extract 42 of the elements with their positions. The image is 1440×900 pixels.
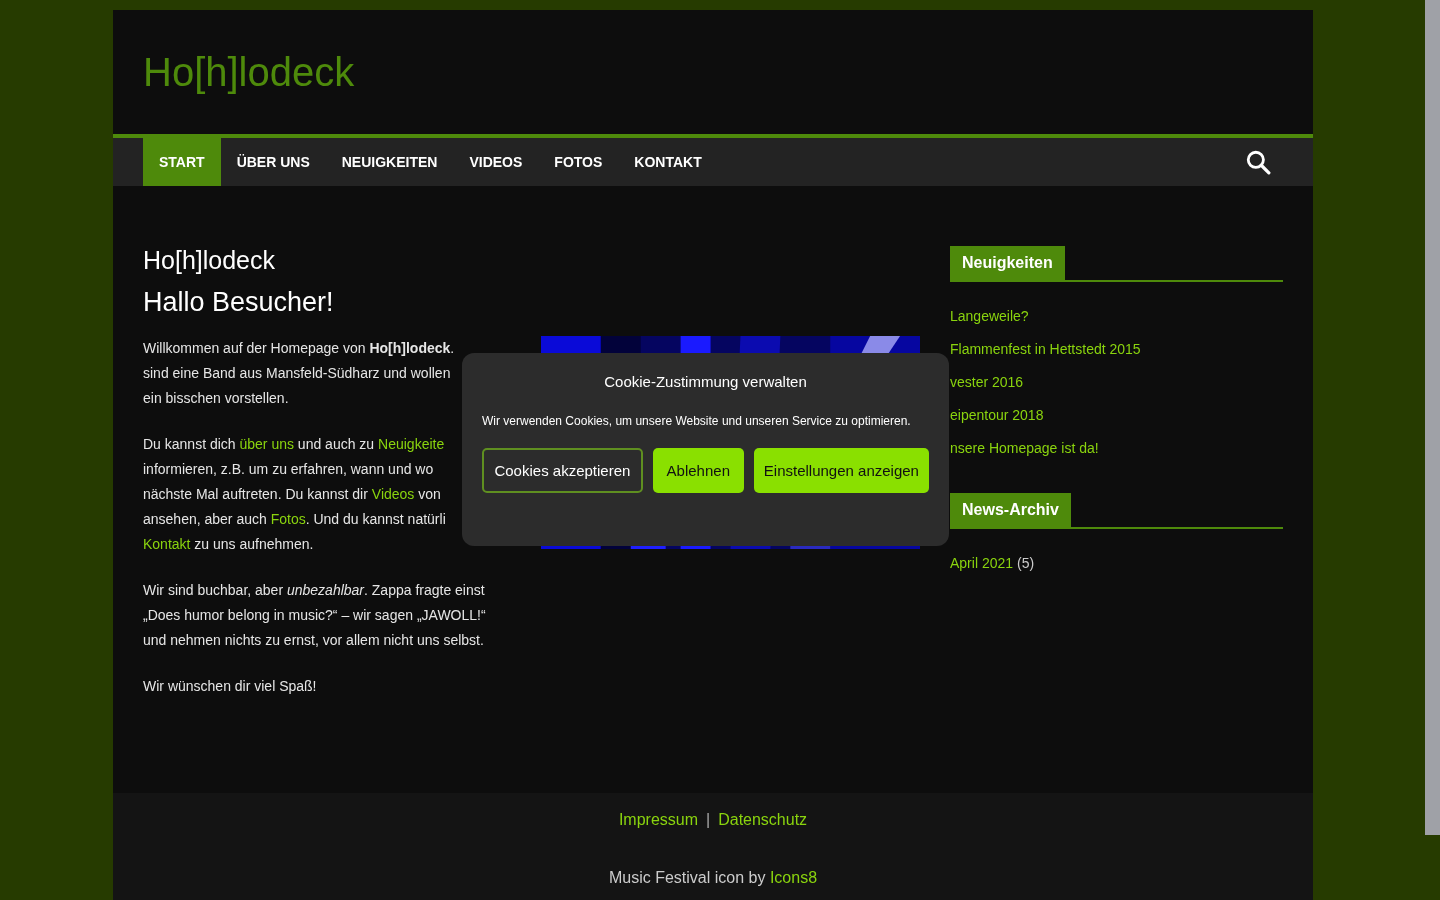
paragraph-line: ein bisschen vorstellen. [143,389,290,408]
sidebar-link[interactable]: nsere Homepage ist da! [950,440,1099,456]
dialog-button[interactable]: Cookies akzeptieren [482,448,643,493]
widget-title: News-Archiv [950,493,1071,527]
footer-link[interactable]: Datenschutz [718,811,808,829]
dialog-text: Wir verwenden Cookies, um unsere Website und unseren Service zu optimieren. [482,413,912,430]
dialog-title: Cookie-Zustimmung verwalten [603,373,808,390]
text-link[interactable]: über uns [239,436,294,452]
nav-item[interactable]: START [143,138,221,186]
text-link[interactable]: Videos [371,486,415,502]
search-icon[interactable] [1245,149,1271,175]
text-link[interactable]: Kontakt [143,536,191,552]
dialog-button[interactable]: Ablehnen [652,448,744,493]
paragraph-line: sind eine Band aus Mansfeld-Südharz und wollen [143,364,452,383]
paragraph-line: Wir wünschen dir viel Spaß! [143,677,318,696]
sidebar-link[interactable]: eipentour 2018 [950,407,1044,423]
footer-link[interactable]: Impressum [618,811,698,829]
paragraph-line: Wir sind buchbar, aber unbezahlbar. Zappa fragte einst [143,581,486,600]
scrollbar[interactable] [1425,0,1440,835]
page-heading: Hallo Besucher! [143,287,335,318]
paragraph-line: Willkommen auf der Homepage von Ho[h]lodeck. [143,339,456,358]
nav-item[interactable]: FOTOS [538,138,619,186]
text-link[interactable]: Fotos [270,511,306,527]
sidebar-link[interactable]: Flammenfest in Hettstedt 2015 [950,341,1141,357]
sidebar-link[interactable]: vester 2016 [950,374,1024,390]
sidebar-link[interactable]: Langeweile? [950,308,1029,324]
dialog-button[interactable]: Einstellungen anzeigen [753,448,929,493]
nav-item[interactable]: VIDEOS [453,138,539,186]
page-title: Ho[h]lodeck [143,246,277,275]
paragraph-line: „Does humor belong in music?“ – wir sagen „JAWOLL!“ [143,606,487,625]
paragraph-line: und nehmen nichts zu ernst, vor allem nicht uns selbst. [143,631,485,650]
separator: | [706,811,711,829]
sidebar-link[interactable]: April 2021 [950,555,1014,571]
credit-text: Music Festival icon by [608,869,766,886]
post-count: (5) [1017,555,1035,571]
nav-item[interactable]: KONTAKT [618,138,718,186]
nav-item[interactable]: ÜBER UNS [220,138,326,186]
site-title[interactable]: Ho[h]lodeck [143,49,355,95]
nav-item[interactable]: NEUIGKEITEN [325,138,454,186]
text-link[interactable]: Neuigkeite [378,436,445,452]
widget-title: Neuigkeiten [950,246,1065,280]
credit-link[interactable]: Icons8 [769,869,818,886]
